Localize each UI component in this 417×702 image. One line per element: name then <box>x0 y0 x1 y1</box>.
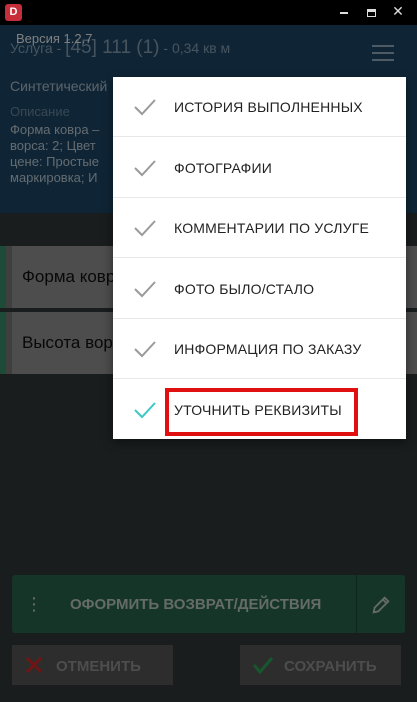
close-button[interactable]: ✕ <box>387 3 409 21</box>
menu-item-label: ИНФОРМАЦИЯ ПО ЗАКАЗУ <box>174 341 362 357</box>
minimize-button[interactable] <box>333 3 355 21</box>
checkmark-icon <box>134 99 156 116</box>
maximize-icon <box>366 8 376 17</box>
menu-item-label: ФОТОГРАФИИ <box>174 160 272 176</box>
menu-item-history[interactable]: ИСТОРИЯ ВЫПОЛНЕННЫХ <box>113 77 406 137</box>
maximize-button[interactable] <box>360 3 382 21</box>
minimize-icon <box>340 11 348 14</box>
checkmark-icon <box>134 341 156 358</box>
menu-item-label: ФОТО БЫЛО/СТАЛО <box>174 281 315 297</box>
checkmark-icon <box>134 220 156 237</box>
menu-item-clarify-details[interactable]: УТОЧНИТЬ РЕКВИЗИТЫ <box>113 380 406 440</box>
checkmark-icon <box>134 402 156 419</box>
menu-item-before-after-photo[interactable]: ФОТО БЫЛО/СТАЛО <box>113 259 406 319</box>
context-menu: ИСТОРИЯ ВЫПОЛНЕННЫХ ФОТОГРАФИИ КОММЕНТАР… <box>113 77 406 439</box>
highlight-box <box>165 388 358 436</box>
menu-item-order-info[interactable]: ИНФОРМАЦИЯ ПО ЗАКАЗУ <box>113 319 406 379</box>
app-logo-icon: D <box>5 4 22 21</box>
menu-item-label: КОММЕНТАРИИ ПО УСЛУГЕ <box>174 220 370 236</box>
checkmark-icon <box>134 281 156 298</box>
window-titlebar: D ✕ <box>0 0 417 25</box>
menu-item-comments[interactable]: КОММЕНТАРИИ ПО УСЛУГЕ <box>113 198 406 258</box>
checkmark-icon <box>134 160 156 177</box>
menu-item-label: ИСТОРИЯ ВЫПОЛНЕННЫХ <box>174 99 363 115</box>
menu-item-photos[interactable]: ФОТОГРАФИИ <box>113 138 406 198</box>
